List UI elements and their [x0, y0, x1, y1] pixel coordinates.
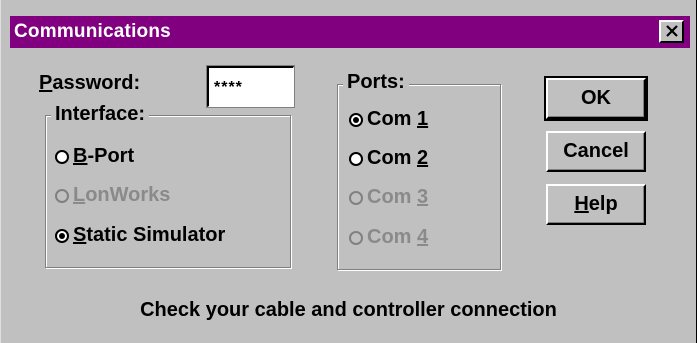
radio-static-simulator[interactable]: [55, 229, 69, 243]
com-3-label: Com 3: [367, 186, 429, 208]
communications-dialog: Communications Password: Interface: B-Po…: [0, 0, 697, 343]
ports-group-label: Ports:: [343, 71, 409, 94]
password-label: Password:: [39, 72, 141, 94]
cancel-button[interactable]: Cancel: [546, 131, 646, 172]
help-button[interactable]: Help: [546, 184, 646, 225]
password-field[interactable]: [206, 65, 295, 108]
com-2-label[interactable]: Com 2: [367, 147, 428, 170]
radio-com-2[interactable]: [349, 152, 363, 166]
status-message: Check your cable and controller connecti…: [140, 299, 557, 321]
com-1-label[interactable]: Com 1: [367, 108, 428, 131]
radio-b-port[interactable]: [55, 150, 69, 164]
title-bar[interactable]: Communications: [10, 16, 690, 48]
b-port-label[interactable]: B-Port: [73, 145, 134, 168]
close-icon: [666, 25, 678, 37]
com-4-label: Com 4: [367, 226, 429, 248]
interface-group-label: Interface:: [51, 103, 150, 126]
radio-com-1[interactable]: [349, 113, 363, 127]
radio-com-4: [349, 231, 363, 245]
lonworks-label: LonWorks: [73, 184, 171, 206]
close-button[interactable]: [659, 20, 684, 43]
window-title: Communications: [14, 21, 171, 42]
static-simulator-label[interactable]: Static Simulator: [73, 224, 225, 247]
radio-com-3: [349, 191, 363, 205]
ok-button[interactable]: OK: [544, 76, 648, 121]
radio-lonworks: [55, 189, 69, 203]
